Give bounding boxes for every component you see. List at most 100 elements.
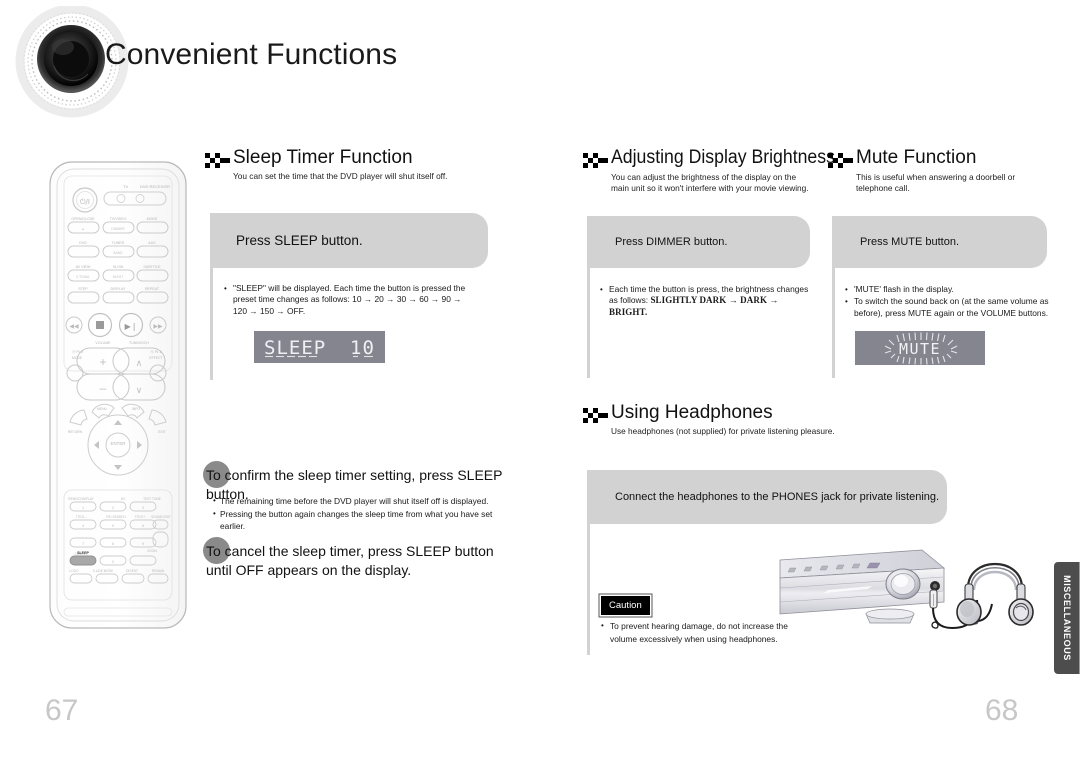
svg-text:9: 9 (142, 542, 144, 546)
dimmer-title: Adjusting Display Brightness (611, 147, 835, 168)
sleep-instruction-banner: Press SLEEP button. (210, 213, 488, 268)
mute-title: Mute Function (856, 147, 977, 168)
svg-text:TITLE+: TITLE+ (135, 515, 146, 519)
svg-text:8: 8 (112, 542, 114, 546)
list-item: Pressing the button again changes the sl… (213, 508, 513, 532)
svg-text:∨: ∨ (136, 385, 143, 395)
svg-text:RETURN: RETURN (68, 430, 83, 434)
sleep-title: Sleep Timer Function (233, 147, 413, 168)
mute-section-rule (832, 268, 835, 378)
svg-text:◀◀: ◀◀ (69, 323, 79, 330)
mute-display-flash: MUTE (855, 331, 985, 365)
sleep-bullet-list: "SLEEP" will be displayed. Each time the… (224, 282, 474, 318)
svg-text:INFO: INFO (132, 407, 140, 411)
headphones-subtitle: Use headphones (not supplied) for privat… (611, 426, 835, 436)
page-header: Convenient Functions (0, 0, 1080, 130)
svg-text:TUNER: TUNER (112, 241, 125, 245)
headphones-section-rule (587, 524, 590, 655)
svg-text:SLOW: SLOW (113, 265, 124, 269)
svg-text:3: 3 (142, 506, 144, 510)
sleep-heading: Sleep Timer Function You can set the tim… (205, 148, 490, 182)
dimmer-subtitle-line1: You can adjust the brightness of the dis… (611, 172, 797, 182)
mute-subtitle-line2: telephone call. (856, 183, 910, 193)
svg-text:REMAIN: REMAIN (152, 569, 165, 573)
remote-sleep-button[interactable] (69, 555, 97, 566)
side-tab-label: MISCELLANEOUS (1062, 575, 1072, 661)
double-chevron-icon (583, 153, 608, 168)
svg-text:ZOOM: ZOOM (147, 549, 157, 553)
svg-text:STEP: STEP (78, 287, 88, 291)
remote-sleep-label: SLEEP (77, 551, 89, 555)
headphones-heading: Using Headphones Use headphones (not sup… (583, 403, 913, 437)
svg-text:MODE: MODE (147, 217, 158, 221)
svg-text:MENU: MENU (97, 407, 108, 411)
mute-display-graphic: MUTE (855, 331, 985, 365)
double-chevron-icon (583, 408, 608, 423)
svg-text:SUBTITLE: SUBTITLE (143, 265, 161, 269)
list-item: "SLEEP" will be displayed. Each time the… (224, 282, 474, 317)
svg-text:7: 7 (82, 542, 84, 546)
svg-text:TUNING/CH: TUNING/CH (129, 341, 149, 345)
svg-text:BAND: BAND (113, 251, 123, 255)
svg-text:EFFECT: EFFECT (149, 356, 162, 360)
svg-text:AV VIEW: AV VIEW (76, 265, 91, 269)
sleep-display-text: SLEEP (264, 337, 326, 359)
sleep-banner-text: Press SLEEP button. (236, 233, 363, 248)
sleep-statement-1-bullets: The remaining time before the DVD player… (213, 495, 513, 533)
svg-text:REPEAT: REPEAT (145, 287, 160, 291)
svg-text:DVD: DVD (79, 241, 87, 245)
svg-text:1: 1 (82, 506, 84, 510)
manual-page: Convenient Functions Sleep Timer Functio… (0, 0, 1080, 763)
mute-display-text: MUTE (899, 340, 941, 358)
svg-text:S.LIDE MODE: S.LIDE MODE (93, 569, 114, 573)
caution-bullet-list: To prevent hearing damage, do not increa… (601, 620, 801, 646)
svg-text:AUX: AUX (148, 241, 156, 245)
sleep-display-segments: SLEEP 10 (254, 331, 385, 363)
section-dimmer: Adjusting Display Brightness You can adj… (583, 148, 835, 194)
receiver-headphones-illustration (779, 549, 1034, 630)
sleep-display-value: 10 (350, 337, 375, 359)
svg-text:EXIT: EXIT (158, 430, 166, 434)
section-headphones: Using Headphones Use headphones (not sup… (583, 403, 913, 437)
double-chevron-icon (205, 153, 230, 168)
svg-text:SOUND EDIT: SOUND EDIT (151, 515, 171, 519)
svg-text:4: 4 (82, 524, 84, 528)
svg-text:∧: ∧ (136, 358, 143, 368)
dimmer-banner-text: Press DIMMER button. (615, 236, 728, 248)
page-number-right: 68 (985, 694, 1019, 727)
headphones-title: Using Headphones (611, 402, 773, 423)
svg-text:DIGEST: DIGEST (126, 569, 138, 573)
list-item: To switch the sound back on (at the same… (845, 296, 1073, 319)
sleep-statement-2: To cancel the sleep timer, press SLEEP b… (206, 543, 494, 578)
mute-banner-text: Press MUTE button. (860, 236, 960, 248)
list-item: To prevent hearing damage, do not increa… (601, 620, 801, 645)
svg-text:+: + (99, 355, 106, 369)
svg-text:ENTER: ENTER (111, 441, 126, 446)
svg-text:–: – (100, 381, 107, 395)
svg-text:OPEN/CLOSE: OPEN/CLOSE (71, 217, 95, 221)
svg-text:DVD RECEIVER: DVD RECEIVER (140, 184, 170, 189)
svg-text:LOGO: LOGO (69, 569, 79, 573)
svg-text:TITLE–: TITLE– (76, 515, 87, 519)
headphones-banner-text: Connect the headphones to the PHONES jac… (615, 491, 940, 503)
svg-text:Ⓥ PL Ⅱ: Ⓥ PL Ⅱ (151, 349, 162, 354)
list-item: Each time the button is press, the brigh… (600, 283, 815, 318)
double-chevron-icon (828, 153, 853, 168)
svg-text:MODE: MODE (72, 356, 83, 360)
svg-text:6: 6 (142, 524, 144, 528)
svg-text:TV/VIDEO: TV/VIDEO (110, 217, 127, 221)
list-item: 'MUTE' flash in the display. (845, 283, 1073, 295)
sleep-subtitle: You can set the time that the DVD player… (233, 171, 448, 181)
dimmer-heading: Adjusting Display Brightness You can adj… (583, 148, 835, 194)
mute-subtitle-line1: This is useful when answering a doorbell… (856, 172, 1016, 182)
svg-text:P/D SEARCH: P/D SEARCH (106, 515, 126, 519)
section-mute: Mute Function This is useful when answer… (828, 148, 1068, 194)
svg-text:V-TONAL: V-TONAL (76, 275, 90, 279)
list-item: The remaining time before the DVD player… (213, 495, 513, 507)
svg-text:TV: TV (123, 184, 128, 189)
dimmer-bullet-list: Each time the button is press, the brigh… (600, 283, 815, 319)
svg-text:0: 0 (112, 560, 114, 564)
dimmer-instruction-banner: Press DIMMER button. (587, 216, 810, 268)
headphones-instruction-banner: Connect the headphones to the PHONES jac… (587, 470, 947, 524)
side-tab-miscellaneous: MISCELLANEOUS (1054, 562, 1080, 674)
